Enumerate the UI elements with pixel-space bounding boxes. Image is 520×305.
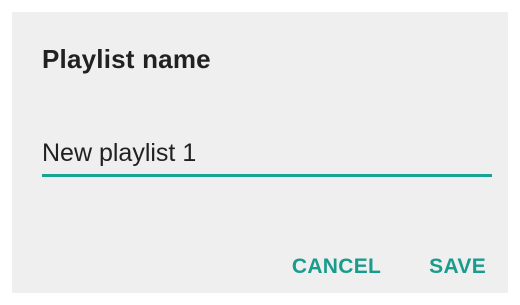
playlist-name-dialog: Playlist name CANCEL SAVE [12,12,508,293]
playlist-name-input[interactable] [42,137,492,174]
save-button[interactable]: SAVE [429,255,486,279]
playlist-name-field[interactable] [42,137,492,177]
dialog-actions: CANCEL SAVE [292,255,486,279]
dialog-title: Playlist name [42,44,211,74]
cancel-button[interactable]: CANCEL [292,255,381,279]
input-underline [42,174,492,177]
